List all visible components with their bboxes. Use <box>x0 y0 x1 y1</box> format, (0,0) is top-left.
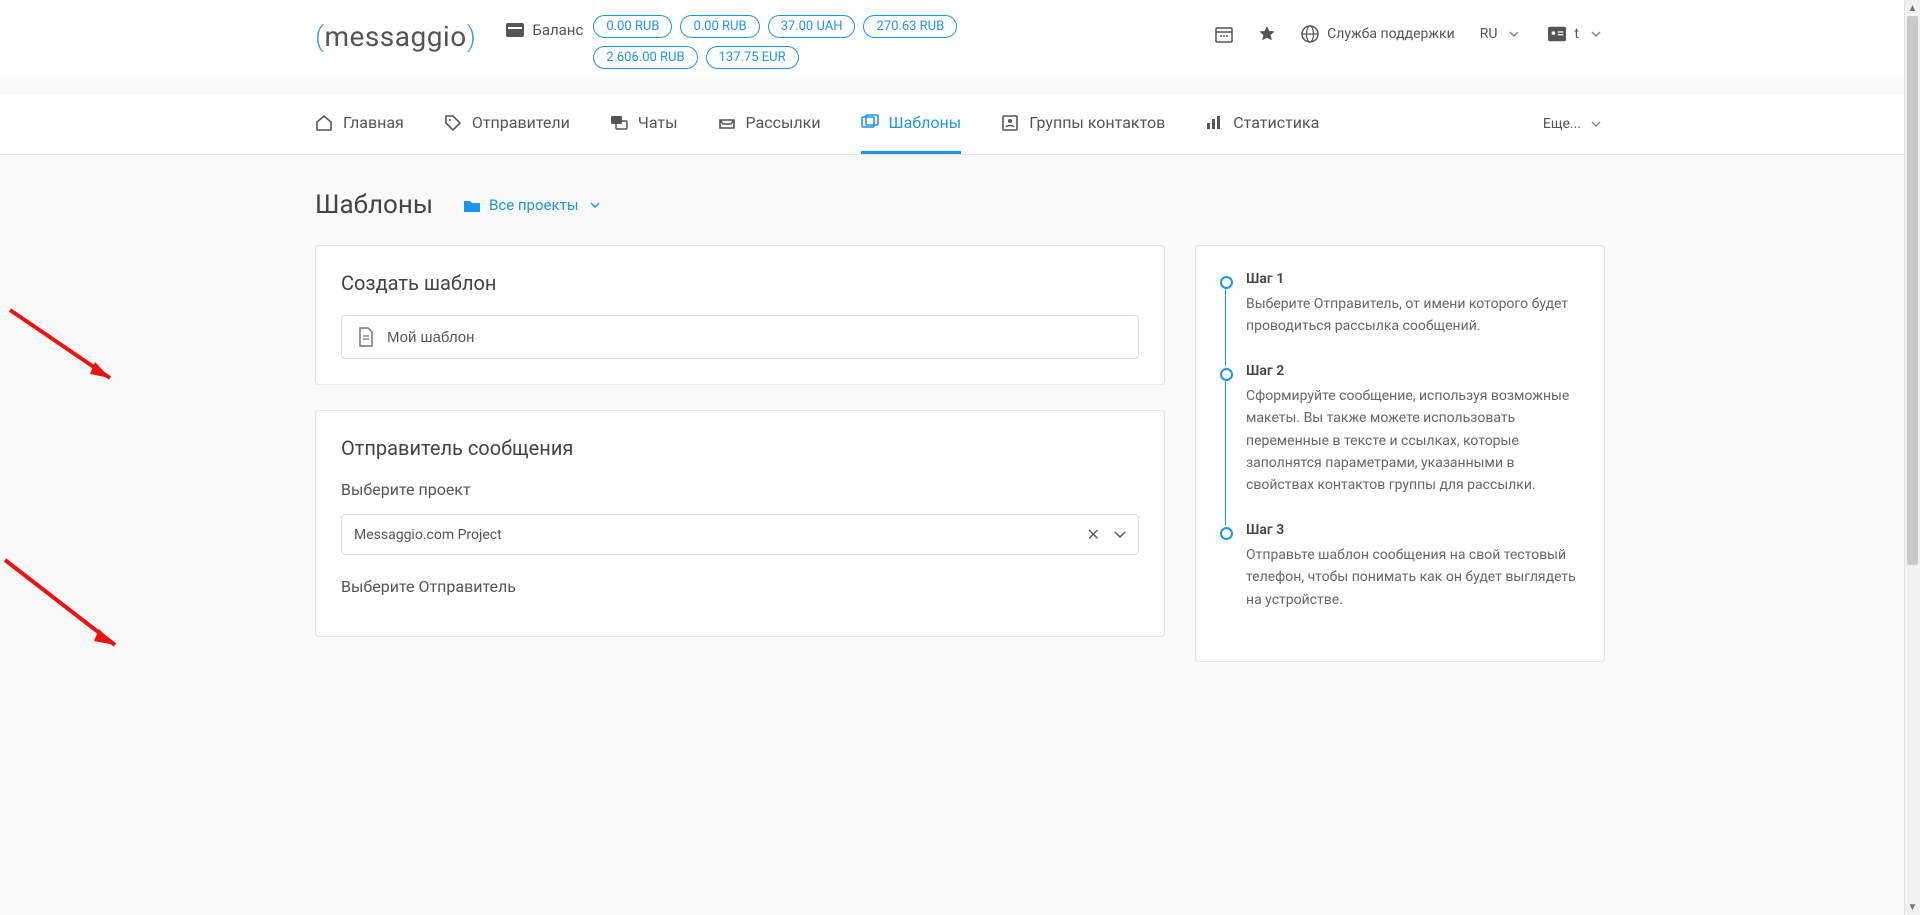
step-title: Шаг 1 <box>1246 271 1579 287</box>
step-text: Отправьте шаблон сообщения на свой тесто… <box>1246 544 1579 611</box>
nav-contact-groups-label: Группы контактов <box>1029 113 1165 132</box>
projects-filter[interactable]: Все проекты <box>463 196 604 214</box>
nav-campaigns-label: Рассылки <box>746 113 821 132</box>
star-icon <box>1258 25 1276 43</box>
balance-chip[interactable]: 37.00 UAH <box>768 15 856 38</box>
sender-card: Отправитель сообщения Выберите проект Me… <box>315 410 1165 637</box>
nav-senders-label: Отправители <box>472 113 570 132</box>
template-name-input-wrap[interactable] <box>341 315 1139 359</box>
balance-chip[interactable]: 2 606.00 RUB <box>593 46 697 69</box>
header-tools: Служба поддержки RU t <box>1215 15 1605 43</box>
balance-chip[interactable]: 0.00 RUB <box>593 15 672 38</box>
nav-statistics-label: Статистика <box>1233 113 1319 132</box>
chat-icon <box>610 114 628 132</box>
balance-label-text: Баланс <box>532 21 583 39</box>
nav-more-label: Еще... <box>1543 116 1581 132</box>
chart-icon <box>1205 114 1223 132</box>
nav-more[interactable]: Еще... <box>1543 115 1605 133</box>
chevron-down-icon <box>1505 25 1523 43</box>
calendar-icon <box>1215 25 1233 43</box>
language-selector[interactable]: RU <box>1480 25 1524 43</box>
page-title: Шаблоны <box>315 190 433 220</box>
template-name-input[interactable] <box>387 329 1123 346</box>
nav-senders[interactable]: Отправители <box>444 94 570 154</box>
balance-chip[interactable]: 270.63 RUB <box>863 15 957 38</box>
inbox-icon <box>718 114 736 132</box>
support-link[interactable]: Служба поддержки <box>1301 25 1455 43</box>
clear-project-button[interactable]: ✕ <box>1081 525 1106 544</box>
nav-home[interactable]: Главная <box>315 94 404 154</box>
scrollbar[interactable]: ▲ ▼ <box>1904 0 1920 915</box>
contacts-icon <box>1001 114 1019 132</box>
projects-filter-label: Все проекты <box>489 196 578 214</box>
select-project-label: Выберите проект <box>341 480 1139 499</box>
support-label: Служба поддержки <box>1327 26 1455 42</box>
scroll-up-icon[interactable]: ▲ <box>1905 0 1920 16</box>
nav-home-label: Главная <box>343 113 404 132</box>
nav-statistics[interactable]: Статистика <box>1205 94 1319 154</box>
document-icon <box>357 328 375 346</box>
brand-logo[interactable]: messaggio <box>315 15 476 53</box>
top-bar: messaggio Баланс 0.00 RUB 0.00 RUB 37.00… <box>0 0 1920 79</box>
select-sender-label: Выберите Отправитель <box>341 577 1139 596</box>
sender-section-heading: Отправитель сообщения <box>341 436 1139 460</box>
project-select[interactable]: Messaggio.com Project ✕ <box>341 514 1139 555</box>
main-nav: Главная Отправители Чаты Рассылки Шаблон… <box>0 94 1920 155</box>
home-icon <box>315 114 333 132</box>
create-template-card: Создать шаблон <box>315 245 1165 385</box>
scrollbar-thumb[interactable] <box>1907 16 1918 565</box>
template-icon <box>861 114 879 132</box>
project-select-value: Messaggio.com Project <box>354 527 1073 543</box>
nav-chats-label: Чаты <box>638 113 678 132</box>
folder-icon <box>463 196 481 214</box>
steps-card: Шаг 1 Выберите Отправитель, от имени кот… <box>1195 245 1605 662</box>
chevron-down-icon <box>1587 25 1605 43</box>
step-item: Шаг 3 Отправьте шаблон сообщения на свой… <box>1216 522 1579 611</box>
chevron-down-icon <box>586 196 604 214</box>
nav-contact-groups[interactable]: Группы контактов <box>1001 94 1165 154</box>
user-short-label: t <box>1574 26 1579 42</box>
calendar-button[interactable] <box>1215 25 1233 43</box>
favorites-button[interactable] <box>1258 25 1276 43</box>
step-text: Сформируйте сообщение, используя возможн… <box>1246 385 1579 497</box>
balance-area: Баланс 0.00 RUB 0.00 RUB 37.00 UAH 270.6… <box>506 15 1023 69</box>
step-item: Шаг 2 Сформируйте сообщение, используя в… <box>1216 363 1579 497</box>
nav-templates-label: Шаблоны <box>889 113 962 132</box>
balance-chip[interactable]: 0.00 RUB <box>680 15 759 38</box>
step-title: Шаг 3 <box>1246 522 1579 538</box>
language-label: RU <box>1480 26 1498 42</box>
balance-chip[interactable]: 137.75 EUR <box>706 46 799 69</box>
nav-templates[interactable]: Шаблоны <box>861 94 962 154</box>
wallet-icon <box>506 21 524 39</box>
chevron-down-icon <box>1587 115 1605 133</box>
balance-label: Баланс <box>506 15 583 39</box>
nav-chats[interactable]: Чаты <box>610 94 678 154</box>
tag-icon <box>444 114 462 132</box>
user-menu[interactable]: t <box>1548 25 1605 43</box>
page: Шаблоны Все проекты Создать шаблон <box>0 155 1920 697</box>
nav-campaigns[interactable]: Рассылки <box>718 94 821 154</box>
balance-chips: 0.00 RUB 0.00 RUB 37.00 UAH 270.63 RUB 2… <box>593 15 1023 69</box>
create-template-heading: Создать шаблон <box>341 271 1139 295</box>
step-text: Выберите Отправитель, от имени которого … <box>1246 293 1579 338</box>
step-title: Шаг 2 <box>1246 363 1579 379</box>
chevron-down-icon[interactable] <box>1114 531 1126 539</box>
globe-icon <box>1301 25 1319 43</box>
scroll-down-icon[interactable]: ▼ <box>1905 899 1920 915</box>
step-item: Шаг 1 Выберите Отправитель, от имени кот… <box>1216 271 1579 338</box>
id-card-icon <box>1548 25 1566 43</box>
